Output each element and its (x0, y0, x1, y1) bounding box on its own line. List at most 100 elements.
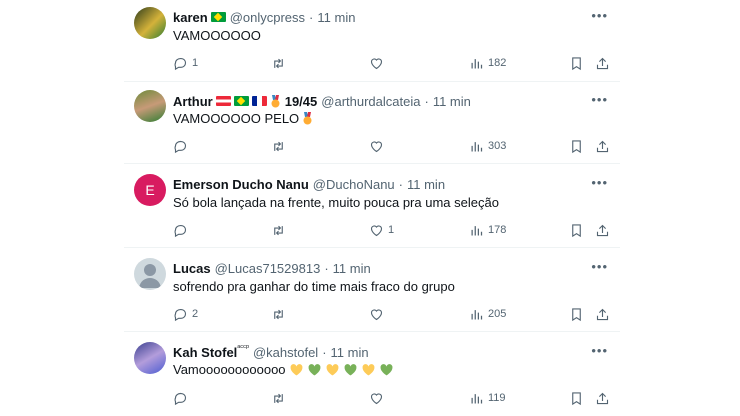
timestamp[interactable]: 11 min (333, 261, 371, 276)
reply-feed: karen @onlycpress · 11 min ••• VAMOOOOOO… (124, 0, 620, 416)
like-button[interactable]: 1 (369, 223, 394, 238)
author-counter: 19/45 (284, 93, 318, 109)
austria-flag-icon (215, 96, 231, 106)
share-button[interactable] (595, 56, 610, 71)
avatar[interactable] (134, 7, 166, 39)
reply-icon (174, 224, 187, 237)
view-count: 205 (488, 308, 507, 320)
tweet-text: sofrendo pra ganhar do time mais fraco d… (173, 279, 455, 294)
more-options-button[interactable]: ••• (591, 9, 608, 22)
avatar[interactable] (134, 342, 166, 374)
more-options-button[interactable]: ••• (591, 260, 608, 273)
more-options-button[interactable]: ••• (591, 344, 608, 357)
timestamp[interactable]: 11 min (433, 94, 471, 109)
share-button[interactable] (595, 139, 610, 154)
author-handle[interactable]: @arthurdalcateia (321, 94, 420, 109)
france-flag-icon (251, 96, 267, 106)
bookmark-icon (572, 307, 581, 321)
like-button[interactable] (369, 307, 384, 322)
default-avatar-icon[interactable] (134, 258, 166, 290)
author-name[interactable]: Kah Stofel (173, 345, 237, 360)
share-icon (596, 308, 609, 320)
avatar-initial: E (145, 182, 155, 198)
retweet-button[interactable] (271, 391, 286, 406)
medal-icon (303, 112, 312, 125)
separator: · (424, 93, 429, 109)
green-heart-icon (308, 364, 320, 376)
views-button[interactable]: 205 (469, 307, 506, 322)
bookmark-button[interactable] (569, 56, 584, 71)
share-button[interactable] (595, 307, 610, 322)
retweet-button[interactable] (271, 139, 286, 154)
author-name[interactable]: Arthur (173, 94, 213, 109)
retweet-icon (274, 225, 283, 235)
timestamp[interactable]: 11 min (407, 177, 445, 192)
bookmark-button[interactable] (569, 139, 584, 154)
share-button[interactable] (595, 391, 610, 406)
heart-icon (370, 224, 383, 236)
tweet[interactable]: E Emerson Ducho Nanu @DuchoNanu · 11 min… (124, 166, 620, 248)
tweet-text: Só bola lançada na frente, muito pouca p… (173, 195, 499, 210)
share-icon (596, 224, 609, 236)
avatar[interactable] (134, 90, 166, 122)
heart-icon (370, 392, 383, 404)
separator: · (322, 344, 327, 360)
reply-button[interactable]: 2 (173, 307, 198, 322)
author-name[interactable]: karen (173, 10, 208, 25)
reply-icon (174, 57, 187, 70)
timestamp[interactable]: 11 min (317, 10, 355, 25)
like-button[interactable] (369, 139, 384, 154)
views-button[interactable]: 119 (469, 391, 506, 406)
tweet[interactable]: karen @onlycpress · 11 min ••• VAMOOOOOO… (124, 0, 620, 82)
views-icon (471, 225, 483, 235)
retweet-button[interactable] (271, 223, 286, 238)
heart-icon (370, 308, 383, 320)
retweet-button[interactable] (271, 307, 286, 322)
reply-button[interactable]: 1 (173, 56, 198, 71)
tweet[interactable]: Lucas @Lucas71529813 · 11 min ••• sofren… (124, 250, 620, 332)
bookmark-icon (572, 139, 581, 153)
share-button[interactable] (595, 223, 610, 238)
share-icon (596, 140, 609, 152)
retweet-button[interactable] (271, 56, 286, 71)
like-button[interactable] (369, 56, 384, 71)
bookmark-icon (572, 56, 581, 70)
like-count: 1 (388, 224, 395, 236)
separator: · (398, 176, 403, 192)
retweet-icon (274, 58, 283, 68)
view-count: 119 (488, 392, 506, 404)
views-button[interactable]: 178 (469, 223, 506, 238)
views-icon (471, 58, 483, 68)
yellow-heart-icon (362, 364, 374, 376)
reply-button[interactable] (173, 223, 188, 238)
green-heart-icon (344, 364, 356, 376)
bookmark-button[interactable] (569, 307, 584, 322)
author-handle[interactable]: @onlycpress (230, 10, 305, 25)
bookmark-icon (572, 391, 581, 405)
views-button[interactable]: 182 (469, 56, 506, 71)
timestamp[interactable]: 11 min (331, 345, 369, 360)
tweet[interactable]: Arthur 19/45 @arthurdalcateia · 11 min •… (124, 82, 620, 164)
bookmark-button[interactable] (569, 391, 584, 406)
views-button[interactable]: 303 (469, 139, 506, 154)
tweet-text: VAMOOOOOO PELO (173, 111, 300, 126)
reply-icon (174, 308, 187, 321)
medal-icon (271, 94, 280, 107)
reply-button[interactable] (173, 139, 188, 154)
author-handle[interactable]: @DuchoNanu (313, 177, 395, 192)
more-options-button[interactable]: ••• (591, 176, 608, 189)
more-options-button[interactable]: ••• (591, 93, 608, 106)
bookmark-button[interactable] (569, 223, 584, 238)
author-name-suffix: ᵃᶜᶜᵖ (237, 343, 249, 352)
author-name[interactable]: Lucas (173, 261, 211, 276)
author-name[interactable]: Emerson Ducho Nanu (173, 177, 309, 192)
share-icon (596, 392, 609, 404)
author-handle[interactable]: @kahstofel (253, 345, 318, 360)
tweet-text: VAMOOOOOO (173, 28, 261, 43)
author-handle[interactable]: @Lucas71529813 (215, 261, 321, 276)
like-button[interactable] (369, 391, 384, 406)
reply-button[interactable] (173, 391, 188, 406)
tweet[interactable]: Kah Stofel ᵃᶜᶜᵖ @kahstofel · 11 min ••• … (124, 334, 620, 416)
reply-icon (174, 140, 187, 153)
avatar[interactable]: E (134, 174, 166, 206)
